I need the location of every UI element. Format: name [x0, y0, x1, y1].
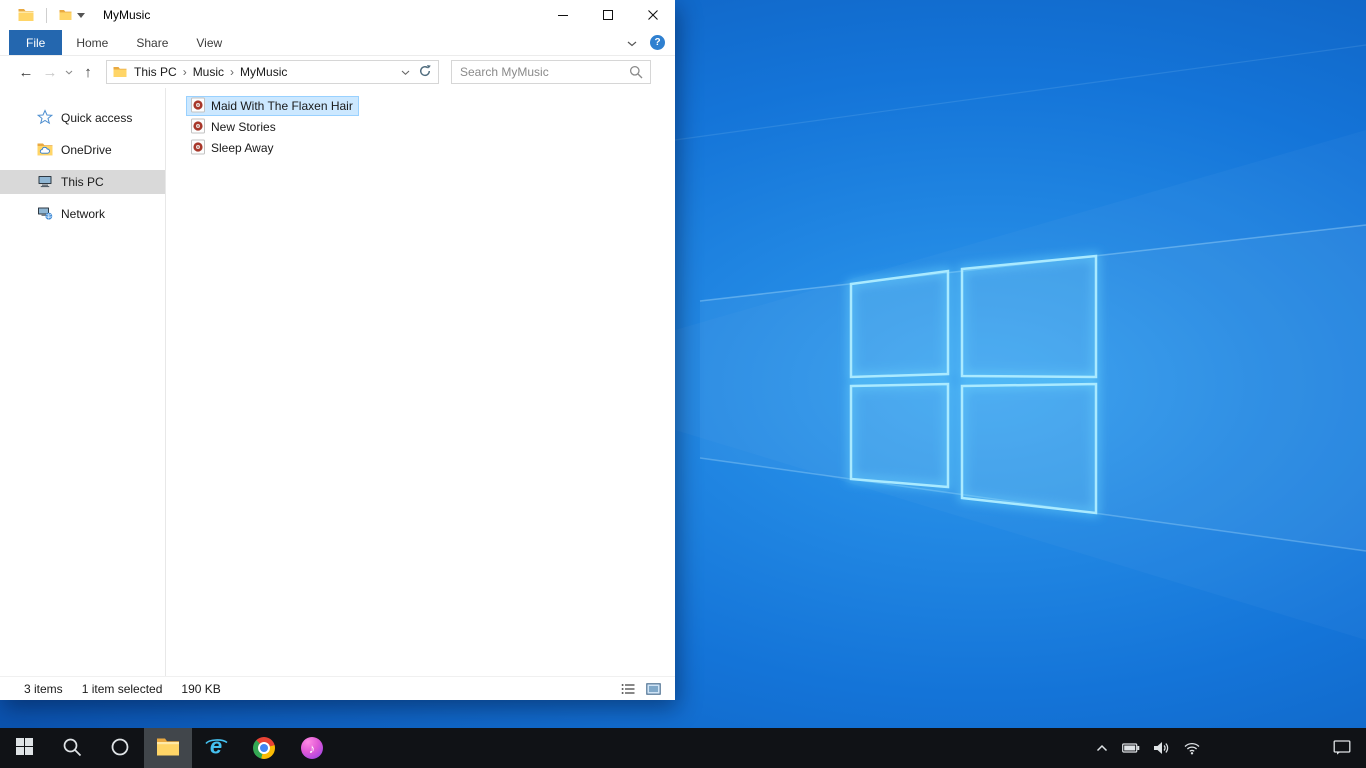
file-item[interactable]: Sleep Away — [186, 138, 280, 158]
close-button[interactable] — [630, 0, 675, 30]
forward-button[interactable]: → — [38, 65, 62, 80]
taskbar-file-explorer-button[interactable] — [144, 728, 192, 768]
selection-size: 190 KB — [181, 681, 221, 696]
help-glyph: ? — [654, 37, 661, 48]
breadcrumb-this-pc[interactable]: This PC — [129, 65, 182, 79]
action-center-icon — [1333, 739, 1351, 758]
tab-view-label: View — [196, 35, 223, 50]
search-icon — [62, 737, 82, 760]
selection-count: 1 item selected — [81, 681, 163, 696]
file-explorer-window: MyMusic File Home Share View ? ← → ↑ Thi… — [0, 0, 675, 700]
tab-file[interactable]: File — [9, 30, 63, 55]
windows-start-icon — [15, 738, 33, 758]
system-tray — [1096, 728, 1200, 768]
address-folder-icon — [113, 66, 127, 78]
tab-share[interactable]: Share — [122, 30, 182, 55]
file-item[interactable]: Maid With The Flaxen Hair — [186, 96, 359, 116]
address-dropdown-chevron-icon[interactable] — [401, 65, 410, 79]
quick-access-toolbar-icon[interactable] — [59, 9, 72, 21]
file-list: Maid With The Flaxen Hair New Stories Sl… — [166, 88, 675, 676]
breadcrumb-mymusic[interactable]: MyMusic — [235, 65, 292, 79]
explorer-body: Quick access OneDrive This PC Network Ma… — [0, 88, 675, 676]
titlebar[interactable]: MyMusic — [0, 0, 675, 30]
window-folder-icon — [18, 8, 34, 22]
svg-text:e: e — [210, 734, 222, 759]
tab-share-label: Share — [136, 35, 169, 50]
onedrive-folder-icon — [37, 141, 53, 160]
audio-file-icon — [190, 97, 206, 116]
ribbon-expand-chevron-icon[interactable] — [627, 36, 637, 50]
window-title: MyMusic — [103, 8, 151, 22]
navigation-bar: ← → ↑ This PC › Music › MyMusic — [0, 56, 675, 88]
details-view-button[interactable] — [618, 680, 638, 698]
computer-icon — [37, 173, 53, 192]
address-bar[interactable]: This PC › Music › MyMusic — [106, 60, 439, 84]
search-input[interactable] — [452, 65, 629, 79]
ribbon-tab-bar: File Home Share View ? — [0, 30, 675, 56]
start-button[interactable] — [0, 728, 48, 768]
action-center-button[interactable] — [1318, 728, 1366, 768]
item-count: 3 items — [24, 681, 63, 696]
cortana-button[interactable] — [96, 728, 144, 768]
sidebar-item-label: Network — [61, 207, 106, 221]
show-hidden-icons-chevron-icon[interactable] — [1096, 744, 1108, 752]
search-box — [451, 60, 651, 84]
tab-file-label: File — [26, 35, 46, 50]
window-controls — [540, 0, 675, 30]
sidebar-item-onedrive[interactable]: OneDrive — [0, 138, 165, 162]
tab-home[interactable]: Home — [62, 30, 122, 55]
file-name: Maid With The Flaxen Hair — [211, 99, 353, 113]
sidebar-item-label: This PC — [61, 175, 104, 189]
volume-icon[interactable] — [1154, 741, 1170, 755]
refresh-icon[interactable] — [418, 64, 432, 81]
file-name: New Stories — [211, 120, 276, 134]
status-bar: 3 items 1 item selected 190 KB — [0, 676, 675, 700]
up-button[interactable]: ↑ — [76, 65, 100, 80]
internet-explorer-icon: e — [203, 733, 229, 763]
back-button[interactable]: ← — [14, 65, 38, 80]
minimize-button[interactable] — [540, 0, 585, 30]
taskbar-chrome-button[interactable] — [240, 728, 288, 768]
breadcrumb-music[interactable]: Music — [188, 65, 229, 79]
battery-icon[interactable] — [1122, 741, 1140, 755]
network-icon — [37, 205, 53, 224]
tab-view[interactable]: View — [182, 30, 236, 55]
file-explorer-folder-icon — [156, 737, 180, 760]
file-name: Sleep Away — [211, 141, 274, 155]
search-icon[interactable] — [629, 65, 643, 79]
wifi-icon[interactable] — [1184, 741, 1200, 755]
chrome-icon — [253, 737, 275, 759]
taskbar-search-button[interactable] — [48, 728, 96, 768]
maximize-button[interactable] — [585, 0, 630, 30]
cortana-icon — [110, 737, 130, 760]
toolbar-divider — [46, 7, 47, 23]
file-item[interactable]: New Stories — [186, 117, 282, 137]
audio-file-icon — [190, 118, 206, 137]
taskbar-internet-explorer-button[interactable]: e — [192, 728, 240, 768]
tab-home-label: Home — [76, 35, 109, 50]
recent-locations-chevron-icon[interactable] — [62, 70, 76, 75]
itunes-icon: ♪ — [301, 737, 323, 759]
sidebar-item-label: OneDrive — [61, 143, 112, 157]
navigation-pane: Quick access OneDrive This PC Network — [0, 88, 166, 676]
sidebar-item-quick-access[interactable]: Quick access — [0, 106, 165, 130]
sidebar-item-network[interactable]: Network — [0, 202, 165, 226]
taskbar: e ♪ — [0, 728, 1366, 768]
star-icon — [36, 108, 54, 128]
help-button[interactable]: ? — [650, 35, 665, 50]
sidebar-item-this-pc[interactable]: This PC — [0, 170, 165, 194]
taskbar-itunes-button[interactable]: ♪ — [288, 728, 336, 768]
audio-file-icon — [190, 139, 206, 158]
large-icons-view-button[interactable] — [643, 680, 663, 698]
qat-customize-chevron-icon[interactable] — [77, 12, 85, 18]
sidebar-item-label: Quick access — [61, 111, 133, 125]
